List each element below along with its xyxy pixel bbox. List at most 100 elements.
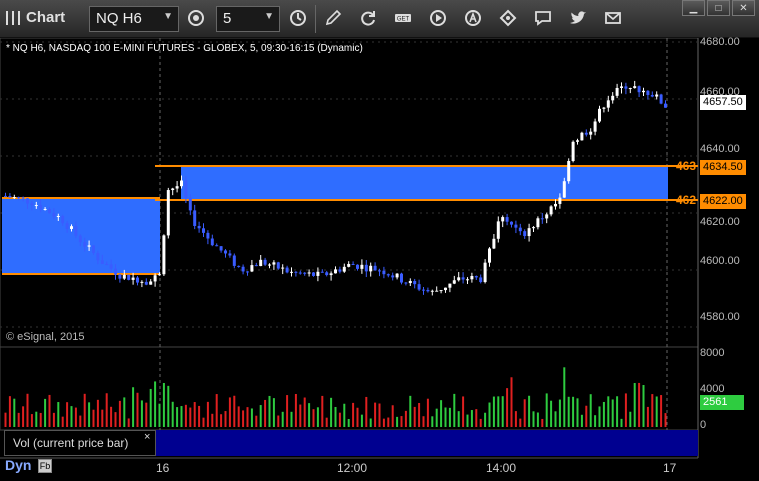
level-high-tag: 4634.50 [700, 160, 746, 175]
volume-indicator-label[interactable]: Vol (current price bar) [4, 430, 156, 456]
symbol-input[interactable]: NQ H6 ▼ [89, 6, 179, 32]
volume-bar [497, 396, 500, 427]
volume-bar [220, 414, 223, 427]
candle-body [202, 228, 205, 233]
candle-body [259, 259, 263, 267]
volume-bar [167, 385, 170, 427]
volume-bar [580, 414, 583, 427]
candle-body [536, 218, 540, 228]
clock-icon[interactable] [286, 6, 310, 30]
volume-bar [127, 418, 130, 427]
volume-bar [488, 402, 491, 427]
font-settings-icon[interactable]: Fb [38, 459, 52, 473]
level-low-label: 462 [676, 193, 697, 207]
maximize-icon[interactable]: □ [707, 0, 730, 16]
volume-bar [26, 393, 29, 427]
candle-body [628, 88, 632, 90]
volume-bar [453, 393, 456, 427]
volume-bar [510, 377, 513, 427]
minimize-icon[interactable]: ▁ [682, 0, 705, 16]
candle-body [444, 287, 447, 291]
chart-grid-icon[interactable] [4, 6, 22, 30]
interval-input[interactable]: 5 ▼ [216, 6, 280, 32]
candle-body [474, 276, 478, 278]
volume-bar [506, 388, 509, 427]
candle-body [426, 289, 430, 292]
candle-body [241, 266, 245, 272]
time-label: 14:00 [486, 461, 517, 475]
candle-body [404, 282, 408, 284]
volume-bar [39, 412, 42, 427]
volume-bar [382, 418, 385, 427]
candle-body [83, 242, 87, 247]
play-icon[interactable] [427, 6, 449, 30]
volume-bar [228, 397, 231, 427]
volume-bar [598, 406, 601, 427]
dropdown-arrow-icon[interactable]: ▼ [163, 11, 173, 22]
volume-bar [338, 412, 341, 427]
candle-body [356, 264, 359, 269]
time-label: 16 [156, 461, 170, 475]
candle-body [254, 265, 258, 267]
mail-icon[interactable] [602, 6, 624, 30]
chart-area[interactable]: * NQ H6, NASDAQ 100 E-MINI FUTURES - GLO… [0, 36, 759, 481]
volume-bar [312, 409, 315, 427]
candle-body [488, 248, 491, 263]
candle-body [298, 272, 302, 274]
candle-body [395, 273, 399, 278]
candle-body [325, 272, 329, 276]
candle-body [127, 274, 131, 280]
close-icon[interactable]: ✕ [732, 0, 755, 16]
candle-body [193, 210, 197, 226]
candle-body [320, 271, 324, 273]
candle-body [593, 121, 597, 132]
candle-body [347, 263, 351, 267]
symbol-settings-icon[interactable] [185, 6, 207, 30]
interval-value: 5 [223, 10, 232, 27]
volume-bar [206, 401, 209, 427]
candle-body [562, 181, 566, 198]
candle-body [364, 264, 368, 272]
twitter-icon[interactable] [567, 6, 589, 30]
candle-body [422, 289, 425, 291]
pencil-icon[interactable] [322, 6, 344, 30]
candle-body [452, 280, 456, 284]
link-icon[interactable] [497, 6, 519, 30]
dynamic-label[interactable]: Dyn [5, 457, 31, 473]
volume-bar [435, 408, 438, 427]
dropdown-arrow-icon[interactable]: ▼ [264, 11, 274, 22]
candle-body [34, 205, 38, 207]
volume-bar [193, 402, 196, 427]
candle-body [8, 195, 12, 198]
get-icon[interactable]: GET [392, 6, 414, 30]
level-low-tag: 4622.00 [700, 194, 746, 209]
volume-bar [418, 403, 421, 427]
last-price-tag: 4657.50 [700, 95, 746, 110]
volume-bar [404, 410, 407, 427]
candle-body [118, 274, 122, 279]
candle-body [545, 214, 549, 219]
volume-bar [422, 416, 425, 427]
volume-bar [620, 418, 623, 427]
close-icon[interactable]: × [144, 431, 150, 443]
candle-body [342, 266, 346, 272]
volume-bar [356, 407, 359, 427]
candle-body [12, 197, 16, 199]
volume-bar [123, 397, 126, 427]
candle-body [655, 94, 659, 97]
volume-bar [638, 382, 641, 427]
chart-title: * NQ H6, NASDAQ 100 E-MINI FUTURES - GLO… [6, 43, 363, 54]
volume-bar [550, 400, 553, 427]
volume-bar [528, 395, 531, 427]
candle-body [391, 275, 395, 278]
volume-bar [215, 394, 218, 427]
candle-body [510, 221, 513, 225]
volume-bar [651, 394, 654, 427]
comment-icon[interactable] [532, 6, 554, 30]
candle-body [206, 232, 210, 239]
volume-bar [334, 406, 337, 427]
candle-body [250, 265, 254, 272]
alert-icon[interactable] [462, 6, 484, 30]
refresh-icon[interactable] [357, 6, 379, 30]
volume-bar [79, 415, 82, 427]
